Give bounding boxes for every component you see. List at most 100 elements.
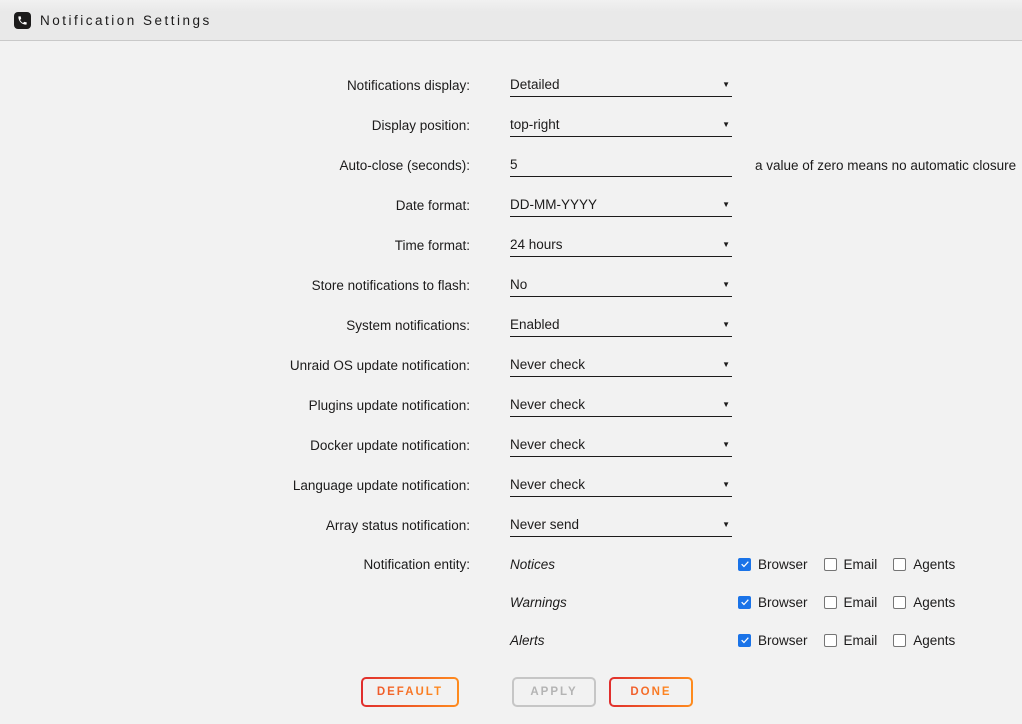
checkbox-label: Browser	[758, 557, 808, 572]
apply-button[interactable]: APPLY	[512, 677, 596, 707]
notifications-display-select[interactable]: Detailed▼	[510, 73, 732, 97]
chevron-down-icon: ▼	[722, 120, 732, 129]
field-label: Auto-close (seconds):	[0, 158, 470, 173]
button-label: DONE	[630, 686, 671, 698]
checkbox-unchecked-icon	[824, 596, 837, 609]
alerts-email-checkbox[interactable]: Email	[824, 633, 878, 648]
system-notifications-select[interactable]: Enabled ▼	[510, 313, 732, 337]
button-label: DEFAULT	[377, 686, 443, 698]
checkbox-label: Agents	[913, 557, 955, 572]
field-control: Never send▼	[510, 513, 732, 537]
field-label: System notifications:	[0, 318, 470, 333]
form-row-display-position: Display position: top-right ▼	[0, 105, 1022, 145]
select-value: Detailed	[510, 77, 560, 92]
button-label: APPLY	[530, 686, 577, 698]
entity-row-warnings: Warnings Browser Email Agents	[0, 583, 1022, 621]
time-format-select[interactable]: 24 hours ▼	[510, 233, 732, 257]
field-label: Date format:	[0, 198, 470, 213]
form-row-store-notifications-to-flash: Store notifications to flash:No▼	[0, 265, 1022, 305]
default-button[interactable]: DEFAULT	[361, 677, 459, 707]
field-control: top-right ▼	[510, 113, 732, 137]
checkbox-checked-icon	[738, 558, 751, 571]
language-update-notification-select[interactable]: Never check ▼	[510, 473, 732, 497]
entity-name: Notices	[510, 557, 738, 572]
plugins-update-notification-select[interactable]: Never check ▼	[510, 393, 732, 417]
notification-settings-page: Notification Settings Notifications disp…	[0, 0, 1022, 724]
form-row-language-update-notification: Language update notification: Never check…	[0, 465, 1022, 505]
field-label: Notification entity:	[0, 557, 470, 572]
chevron-down-icon: ▼	[722, 200, 732, 209]
checkbox-label: Email	[844, 633, 878, 648]
auto-close-seconds-input[interactable]	[510, 153, 732, 177]
checkbox-unchecked-icon	[824, 634, 837, 647]
page-header: Notification Settings	[0, 0, 1022, 41]
checkbox-groups: Browser Email Agents	[738, 633, 971, 648]
store-notifications-to-flash-select[interactable]: No▼	[510, 273, 732, 297]
select-value: Enabled	[510, 317, 560, 332]
field-control: Enabled ▼	[510, 313, 732, 337]
date-format-select[interactable]: DD-MM-YYYY ▼	[510, 193, 732, 217]
field-label: Unraid OS update notification:	[0, 358, 470, 373]
select-value: Never check	[510, 357, 585, 372]
field-label: Array status notification:	[0, 518, 470, 533]
alerts-browser-checkbox[interactable]: Browser	[738, 633, 808, 648]
button-row-left: DEFAULT	[0, 677, 470, 707]
form-rows: Notifications display:Detailed▼Display p…	[0, 65, 1022, 545]
field-control	[510, 153, 732, 177]
select-value: DD-MM-YYYY	[510, 197, 597, 212]
field-label: Docker update notification:	[0, 438, 470, 453]
field-label: Language update notification:	[0, 478, 470, 493]
select-value: Never send	[510, 517, 579, 532]
select-value: Never check	[510, 477, 585, 492]
notices-agents-checkbox[interactable]: Agents	[893, 557, 955, 572]
checkbox-label: Email	[844, 595, 878, 610]
warnings-browser-checkbox[interactable]: Browser	[738, 595, 808, 610]
field-control: Detailed▼	[510, 73, 732, 97]
notification-entity-section: Notification entity: Notices Browser Email A…	[0, 545, 1022, 659]
form-row-unraid-os-update-notification: Unraid OS update notification: Never chec…	[0, 345, 1022, 385]
entity-name: Warnings	[510, 595, 738, 610]
field-control: 24 hours ▼	[510, 233, 732, 257]
select-value: top-right	[510, 117, 560, 132]
warnings-email-checkbox[interactable]: Email	[824, 595, 878, 610]
field-control: Never check ▼	[510, 353, 732, 377]
checkbox-label: Browser	[758, 595, 808, 610]
warnings-agents-checkbox[interactable]: Agents	[893, 595, 955, 610]
unraid-os-update-notification-select[interactable]: Never check ▼	[510, 353, 732, 377]
array-status-notification-select[interactable]: Never send▼	[510, 513, 732, 537]
checkbox-unchecked-icon	[893, 634, 906, 647]
checkbox-label: Email	[844, 557, 878, 572]
entity-name: Alerts	[510, 633, 738, 648]
chevron-down-icon: ▼	[722, 480, 732, 489]
phone-icon	[14, 12, 31, 29]
form-row-time-format: Time format: 24 hours ▼	[0, 225, 1022, 265]
settings-form: Notifications display:Detailed▼Display p…	[0, 41, 1022, 707]
checkbox-unchecked-icon	[893, 596, 906, 609]
docker-update-notification-select[interactable]: Never check▼	[510, 433, 732, 457]
notices-email-checkbox[interactable]: Email	[824, 557, 878, 572]
chevron-down-icon: ▼	[722, 240, 732, 249]
checkbox-label: Agents	[913, 595, 955, 610]
select-value: 24 hours	[510, 237, 563, 252]
checkbox-unchecked-icon	[893, 558, 906, 571]
field-label: Display position:	[0, 118, 470, 133]
form-row-notifications-display: Notifications display:Detailed▼	[0, 65, 1022, 105]
chevron-down-icon: ▼	[722, 360, 732, 369]
form-row-date-format: Date format: DD-MM-YYYY ▼	[0, 185, 1022, 225]
chevron-down-icon: ▼	[722, 320, 732, 329]
notices-browser-checkbox[interactable]: Browser	[738, 557, 808, 572]
select-value: Never check	[510, 397, 585, 412]
page-title: Notification Settings	[40, 13, 212, 28]
chevron-down-icon: ▼	[722, 440, 732, 449]
checkbox-label: Browser	[758, 633, 808, 648]
checkbox-groups: Browser Email Agents	[738, 595, 971, 610]
display-position-select[interactable]: top-right ▼	[510, 113, 732, 137]
entity-row-notices: Notification entity: Notices Browser Email A…	[0, 545, 1022, 583]
checkbox-groups: Browser Email Agents	[738, 557, 971, 572]
done-button[interactable]: DONE	[609, 677, 693, 707]
field-label: Time format:	[0, 238, 470, 253]
field-control: No▼	[510, 273, 732, 297]
alerts-agents-checkbox[interactable]: Agents	[893, 633, 955, 648]
chevron-down-icon: ▼	[722, 400, 732, 409]
button-row: DEFAULT APPLY DONE	[0, 677, 1022, 707]
